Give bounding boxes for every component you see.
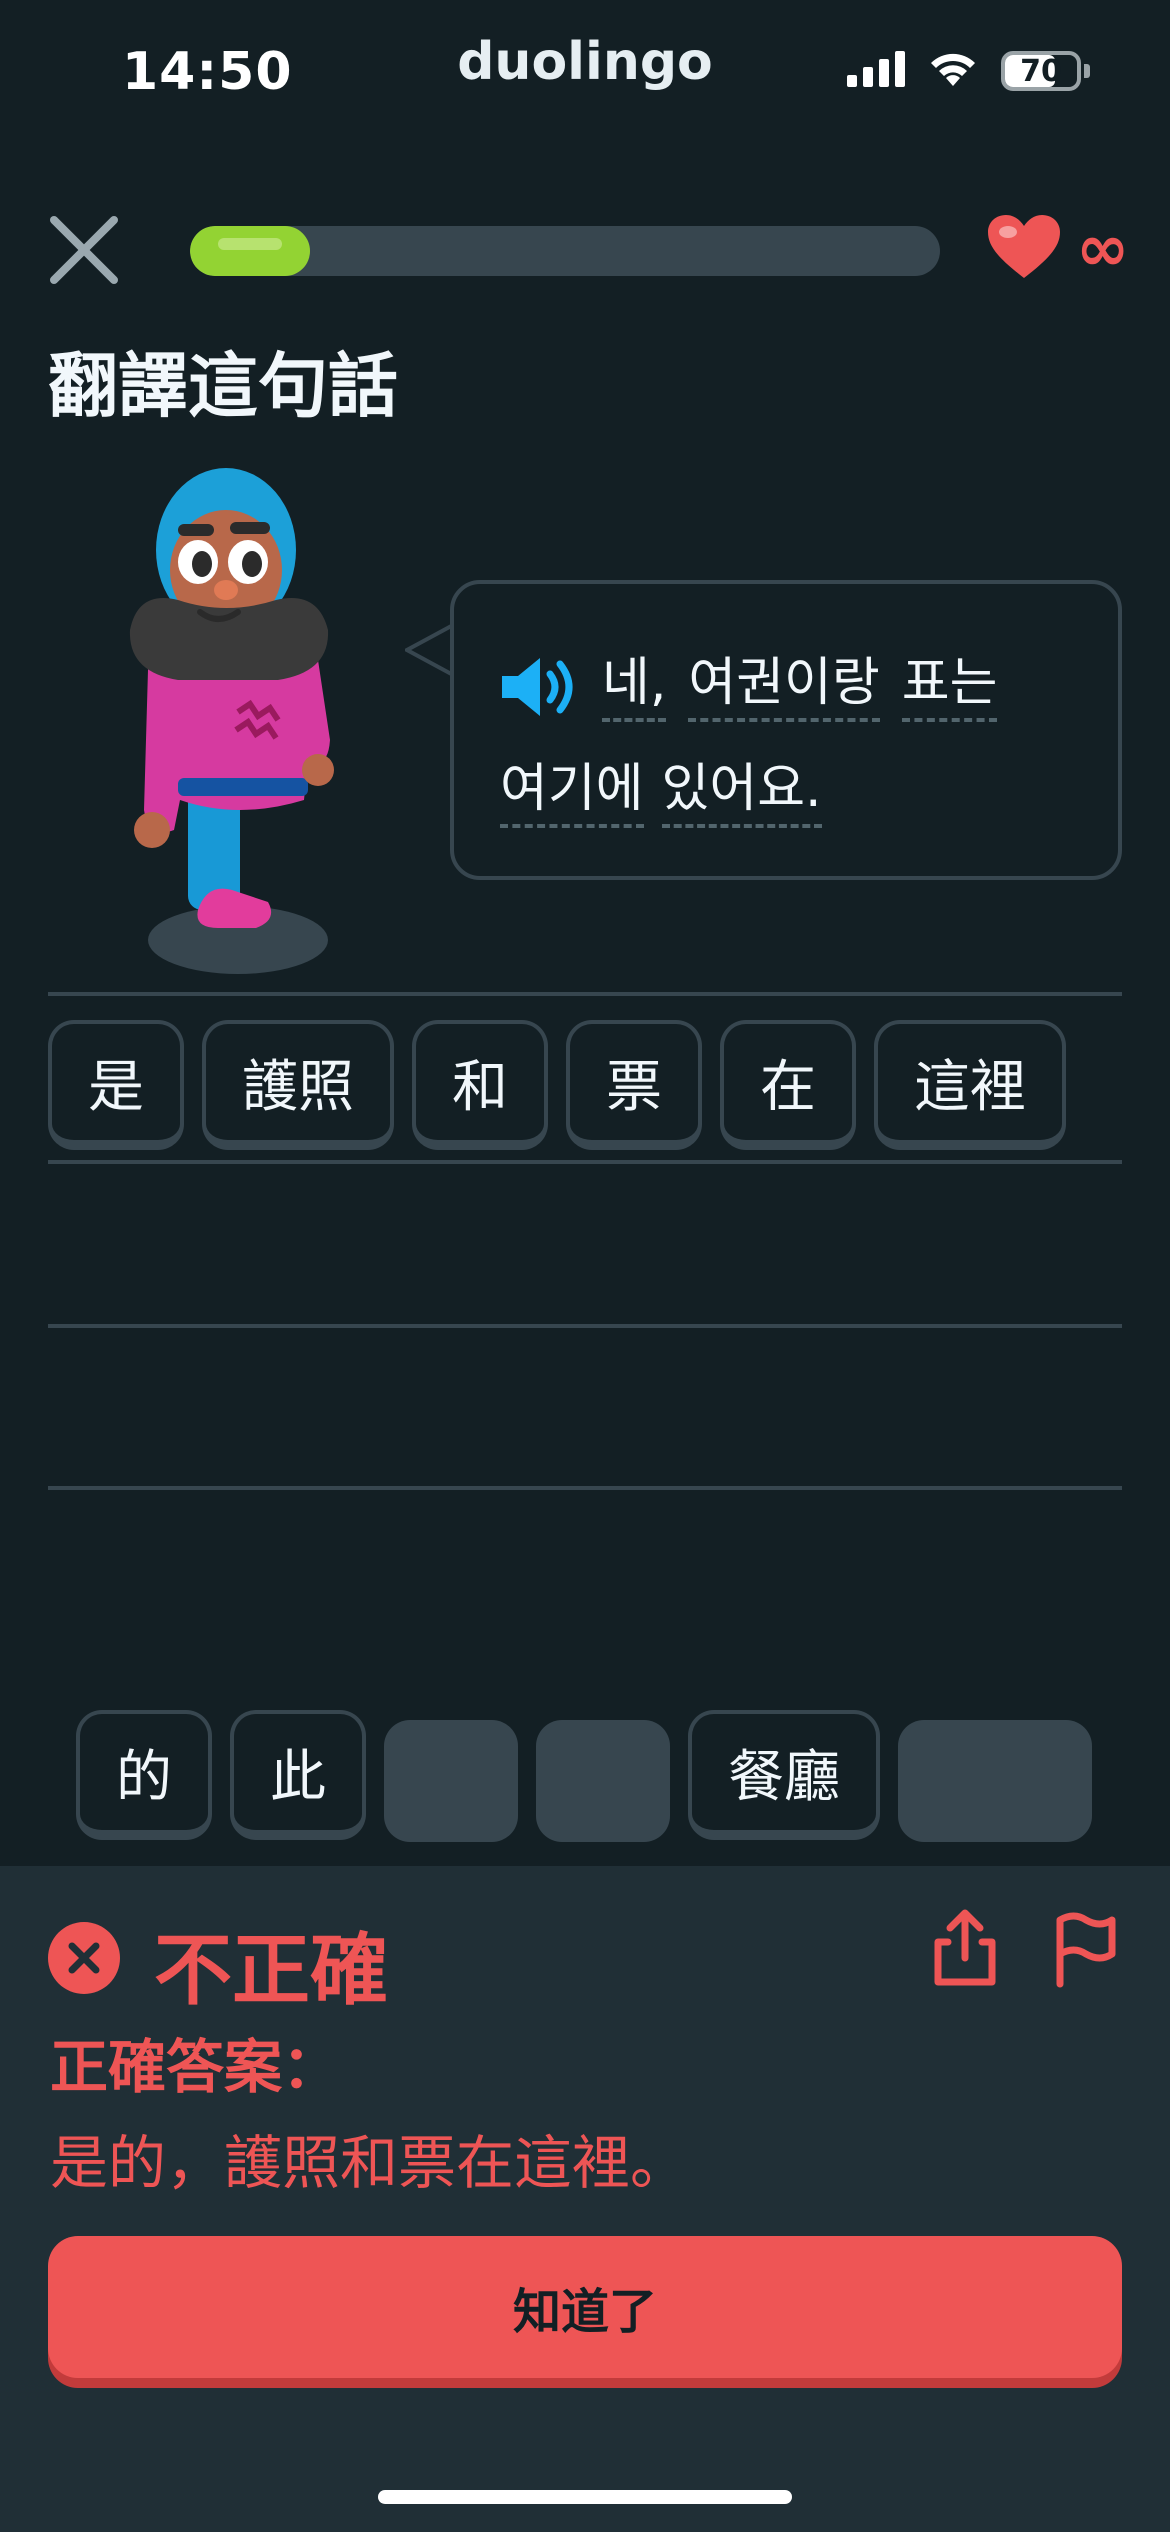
prompt-title: 翻譯這句話: [48, 345, 398, 427]
used-tile-slot: [384, 1720, 518, 1842]
sentence-word[interactable]: 여기에: [500, 760, 644, 828]
sentence-word[interactable]: 네,: [602, 654, 667, 722]
bubble-line-1: 네, 여권이랑 표는: [500, 622, 1078, 722]
status-icons: 70: [847, 50, 1090, 92]
hearts-counter[interactable]: ∞: [986, 214, 1129, 284]
heart-icon: [986, 214, 1062, 284]
answer-line: [48, 992, 1122, 996]
report-button[interactable]: [1050, 1910, 1120, 1990]
word-bank-tile[interactable]: 此: [230, 1710, 366, 1840]
battery-icon: 70: [1001, 51, 1090, 91]
correct-answer-text: 是的，護照和票在這裡。: [50, 2129, 689, 2197]
answer-tile[interactable]: 這裡: [874, 1020, 1066, 1150]
bubble-line-2: 여기에 있어요.: [500, 728, 1078, 828]
speaker-icon: [502, 658, 573, 716]
speech-bubble: 네, 여권이랑 표는 여기에 있어요.: [450, 580, 1122, 880]
answer-tiles: 是 護照 和 票 在 這裡: [48, 1020, 1066, 1150]
used-tile-slot: [898, 1720, 1092, 1842]
word-bank: 的 此 餐廳: [76, 1710, 1092, 1842]
lesson-screen: 14:50 duolingo 70 ∞ 翻譯這句話 네, 여권이랑 표는 여기에…: [0, 0, 1170, 2532]
hearts-value: ∞: [1076, 212, 1130, 286]
sentence-word[interactable]: 여권이랑: [688, 654, 880, 722]
close-icon: [50, 216, 118, 284]
answer-tile[interactable]: 和: [412, 1020, 548, 1150]
incorrect-icon: [48, 1922, 120, 1994]
answer-tile[interactable]: 護照: [202, 1020, 394, 1150]
answer-line: [48, 1486, 1122, 1490]
correct-answer-label: 正確答案：: [50, 2033, 341, 2101]
lesson-progress-bar: [190, 226, 940, 276]
wifi-icon: [927, 50, 979, 92]
answer-tile[interactable]: 是: [48, 1020, 184, 1150]
flag-icon: [1056, 1912, 1116, 1988]
sentence-word[interactable]: 있어요.: [661, 760, 822, 828]
feedback-title: 不正確: [154, 1926, 389, 2016]
speaker-button[interactable]: [500, 652, 580, 722]
used-tile-slot: [536, 1720, 670, 1842]
share-button[interactable]: [930, 1908, 1000, 1988]
answer-tile[interactable]: 票: [566, 1020, 702, 1150]
answer-line: [48, 1160, 1122, 1164]
signal-icon: [847, 51, 905, 91]
answer-tile[interactable]: 在: [720, 1020, 856, 1150]
battery-level: 70: [1020, 53, 1062, 89]
share-icon: [934, 1909, 996, 1986]
close-button[interactable]: [44, 210, 124, 290]
answer-line: [48, 1324, 1122, 1328]
word-bank-tile[interactable]: 的: [76, 1710, 212, 1840]
home-indicator[interactable]: [378, 2490, 792, 2504]
word-bank-tile[interactable]: 餐廳: [688, 1710, 880, 1840]
character-illustration: [118, 440, 358, 980]
sentence-word[interactable]: 표는: [901, 654, 998, 722]
progress-fill: [190, 226, 310, 276]
continue-button[interactable]: 知道了: [48, 2236, 1122, 2378]
